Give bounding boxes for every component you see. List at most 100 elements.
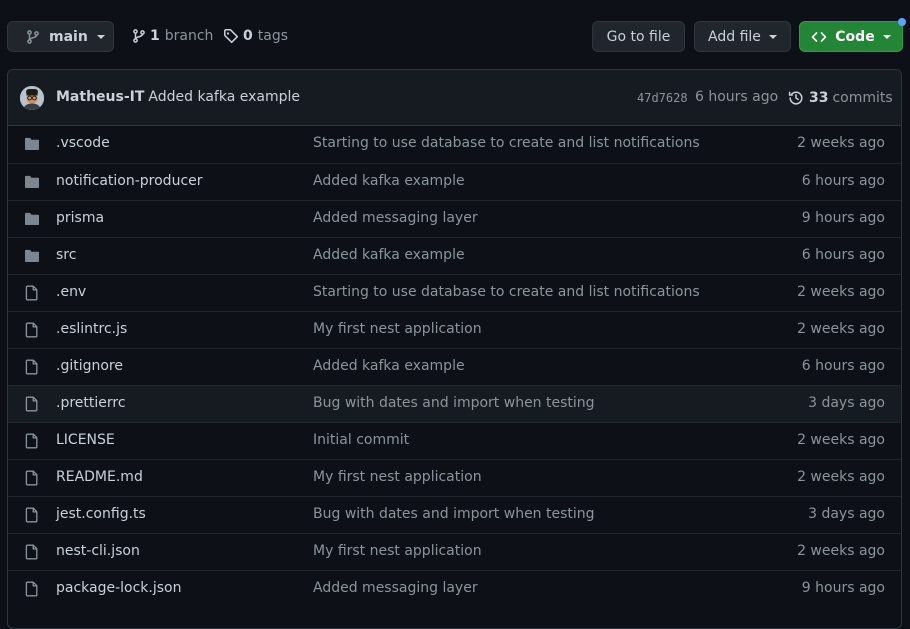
file-icon xyxy=(25,433,38,449)
file-name-link[interactable]: .env xyxy=(56,284,86,300)
file-commit-message-link[interactable]: Added kafka example xyxy=(313,247,465,263)
file-row[interactable]: src Added kafka example 6 hours ago xyxy=(8,237,901,274)
file-name-link[interactable]: nest-cli.json xyxy=(56,543,140,559)
file-commit-message-link[interactable]: Added messaging layer xyxy=(313,210,478,226)
file-row[interactable]: .prettierrc Bug with dates and import whe… xyxy=(8,385,901,422)
file-row[interactable]: .env Starting to use database to create a… xyxy=(8,274,901,311)
file-row[interactable]: prisma Added messaging layer 9 hours ago xyxy=(8,200,901,237)
file-icon xyxy=(25,544,38,560)
file-row[interactable]: LICENSE Initial commit 2 weeks ago xyxy=(8,422,901,459)
file-commit-message-link[interactable]: Bug with dates and import when testing xyxy=(313,506,595,522)
file-commit-message-link[interactable]: Bug with dates and import when testing xyxy=(313,395,595,411)
branch-count: 1 xyxy=(150,28,160,44)
avatar[interactable] xyxy=(20,86,44,110)
file-commit-message-link[interactable]: Added kafka example xyxy=(313,358,465,374)
file-commit-age: 3 days ago xyxy=(808,506,885,522)
file-commit-message-link[interactable]: My first nest application xyxy=(313,321,482,337)
code-icon xyxy=(811,31,827,42)
commit-sha[interactable]: 47d7628 xyxy=(637,91,688,105)
file-icon xyxy=(25,581,38,597)
file-commit-message-link[interactable]: My first nest application xyxy=(313,543,482,559)
file-icon xyxy=(25,396,38,412)
file-name-link[interactable]: notification-producer xyxy=(56,173,203,189)
file-row[interactable]: README.md My first nest application 2 week… xyxy=(8,459,901,496)
file-commit-age: 9 hours ago xyxy=(801,210,885,226)
file-icon xyxy=(25,285,38,301)
file-commit-message-link[interactable]: Initial commit xyxy=(313,432,409,448)
code-button-label: Code xyxy=(835,28,875,45)
branch-selector-button[interactable]: main xyxy=(7,21,114,52)
file-row[interactable]: notification-producer Added kafka example… xyxy=(8,163,901,200)
file-name-link[interactable]: prisma xyxy=(56,210,104,226)
go-to-file-button[interactable]: Go to file xyxy=(592,21,685,52)
commit-author[interactable]: Matheus-IT xyxy=(56,89,144,105)
file-commit-message-link[interactable]: Starting to use database to create and l… xyxy=(313,284,700,300)
git-branch-icon xyxy=(27,29,39,44)
file-icon xyxy=(25,322,38,338)
commit-count: 33 xyxy=(809,90,829,106)
file-name-link[interactable]: package-lock.json xyxy=(56,580,182,596)
latest-commit-summary: Matheus-IT Added kafka example xyxy=(56,89,300,105)
folder-icon xyxy=(25,137,39,150)
repo-toolbar: main 1 branch 0 tags Go to file Add file xyxy=(0,0,910,70)
history-icon xyxy=(788,91,803,105)
file-commit-age: 6 hours ago xyxy=(801,173,885,189)
file-row[interactable]: .vscode Starting to use database to creat… xyxy=(8,126,901,163)
file-icon xyxy=(25,507,38,523)
file-name-link[interactable]: jest.config.ts xyxy=(56,506,146,522)
file-commit-age: 2 weeks ago xyxy=(797,135,885,151)
commit-message[interactable]: Added kafka example xyxy=(148,89,300,105)
chevron-down-icon xyxy=(768,34,777,39)
file-name-link[interactable]: .prettierrc xyxy=(56,395,126,411)
file-list: .vscode Starting to use database to creat… xyxy=(8,126,901,607)
chevron-down-icon xyxy=(96,34,105,39)
tags-link[interactable]: 0 tags xyxy=(223,27,288,45)
file-name-link[interactable]: .gitignore xyxy=(56,358,123,374)
branches-link[interactable]: 1 branch xyxy=(131,27,213,45)
folder-icon xyxy=(25,175,39,188)
file-commit-age: 2 weeks ago xyxy=(797,284,885,300)
file-name-link[interactable]: .vscode xyxy=(56,135,110,151)
file-commit-age: 6 hours ago xyxy=(801,358,885,374)
chevron-down-icon xyxy=(882,34,891,39)
tag-count: 0 xyxy=(243,28,253,44)
tag-icon xyxy=(224,29,239,44)
commits-link[interactable]: 33 commits xyxy=(788,88,893,108)
file-icon xyxy=(25,470,38,486)
folder-icon xyxy=(25,249,39,262)
file-icon xyxy=(25,359,38,375)
file-row[interactable]: .gitignore Added kafka example 6 hours ago xyxy=(8,348,901,385)
file-commit-message-link[interactable]: Added messaging layer xyxy=(313,580,478,596)
file-commit-age: 6 hours ago xyxy=(801,247,885,263)
file-row[interactable]: nest-cli.json My first nest application 2 … xyxy=(8,533,901,570)
file-commit-age: 2 weeks ago xyxy=(797,432,885,448)
file-commit-age: 2 weeks ago xyxy=(797,469,885,485)
add-file-label: Add file xyxy=(708,28,761,45)
commit-count-label: commits xyxy=(832,90,893,106)
latest-commit-bar: Matheus-IT Added kafka example 47d7628 6 … xyxy=(8,70,901,126)
file-name-link[interactable]: README.md xyxy=(56,469,143,485)
folder-icon xyxy=(25,212,39,225)
file-name-link[interactable]: LICENSE xyxy=(56,432,115,448)
notification-dot xyxy=(898,18,906,26)
file-browser: Matheus-IT Added kafka example 47d7628 6 … xyxy=(7,69,902,629)
file-commit-message-link[interactable]: My first nest application xyxy=(313,469,482,485)
file-name-link[interactable]: src xyxy=(56,247,76,263)
file-row[interactable]: package-lock.json Added messaging layer 9 … xyxy=(8,570,901,607)
tag-label: tags xyxy=(257,28,288,44)
file-commit-message-link[interactable]: Added kafka example xyxy=(313,173,465,189)
file-commit-age: 9 hours ago xyxy=(801,580,885,596)
file-commit-message-link[interactable]: Starting to use database to create and l… xyxy=(313,135,700,151)
file-commit-age: 2 weeks ago xyxy=(797,543,885,559)
file-row[interactable]: .eslintrc.js My first nest application 2 w… xyxy=(8,311,901,348)
file-name-link[interactable]: .eslintrc.js xyxy=(56,321,127,337)
commit-time: 6 hours ago xyxy=(695,89,779,105)
git-branch-icon xyxy=(133,29,145,43)
branch-label: branch xyxy=(164,28,214,44)
branch-selector-label: main xyxy=(49,28,88,45)
code-button[interactable]: Code xyxy=(799,21,903,52)
file-commit-age: 2 weeks ago xyxy=(797,321,885,337)
file-commit-age: 3 days ago xyxy=(808,395,885,411)
add-file-button[interactable]: Add file xyxy=(694,21,791,52)
file-row[interactable]: jest.config.ts Bug with dates and import … xyxy=(8,496,901,533)
